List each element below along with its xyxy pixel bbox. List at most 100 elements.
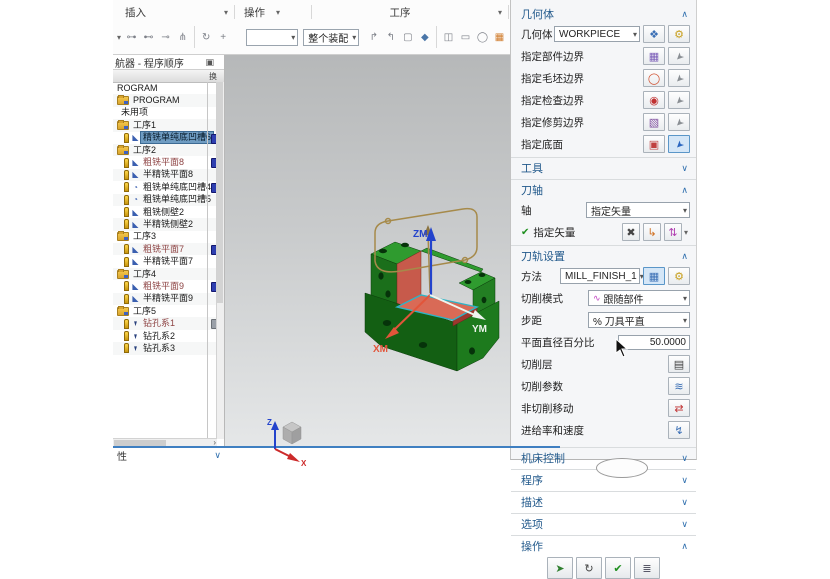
toolbar-icon[interactable]: ⊶ xyxy=(124,28,139,46)
tree-item[interactable]: ◣半精铣侧壁2 xyxy=(113,218,217,230)
replay-button[interactable]: ↻ xyxy=(576,557,602,579)
toolbar-icon[interactable]: ▦ xyxy=(492,28,507,46)
generate-button[interactable]: ➤ xyxy=(547,557,573,579)
tree-item[interactable]: 工序2 xyxy=(113,144,217,156)
chevron-down-icon[interactable]: ▾ xyxy=(219,8,233,17)
ok-button-partial[interactable] xyxy=(596,458,648,478)
highlight-blank-boundary-button[interactable]: ➤ xyxy=(668,69,690,87)
cut-mode-combo[interactable]: ∿ 跟随部件 ▾ xyxy=(588,290,690,306)
verify-button[interactable]: ✔ xyxy=(605,557,631,579)
toolbar-icon[interactable]: ⊷ xyxy=(141,28,156,46)
toolbar-icon[interactable]: ⋔ xyxy=(175,28,190,46)
chevron-down-icon[interactable]: ∨ xyxy=(681,453,688,464)
chevron-down-icon[interactable]: ▾ xyxy=(493,8,507,17)
section-description[interactable]: 描述 ∨ xyxy=(511,491,696,511)
highlight-floor-button[interactable]: ➤ xyxy=(668,135,690,153)
chevron-down-icon[interactable]: ∨ xyxy=(681,497,688,508)
toolbar-icon[interactable]: ↻ xyxy=(199,28,214,46)
toolbar-icon[interactable]: + xyxy=(216,28,231,46)
tree-item[interactable]: 未用项 xyxy=(113,107,217,119)
group-operation[interactable]: 操作 ▾ xyxy=(236,3,310,21)
tree-item[interactable]: ▼钻孔系2 xyxy=(113,330,217,342)
tree-item[interactable]: ◣半精铣平面8 xyxy=(113,169,217,181)
chevron-down-icon[interactable]: ∨ xyxy=(681,163,688,174)
scrollbar-thumb[interactable] xyxy=(217,82,223,303)
group-process[interactable]: 工序 ▾ xyxy=(313,3,507,21)
chevron-down-icon[interactable]: ∨ xyxy=(681,519,688,530)
stepover-combo[interactable]: % 刀具平直 ▾ xyxy=(588,312,690,328)
chevron-down-icon[interactable]: ∨ xyxy=(681,475,688,486)
chevron-down-icon[interactable]: ▾ xyxy=(682,228,690,237)
toolbar-icon[interactable]: ▭ xyxy=(458,28,473,46)
highlight-part-boundary-button[interactable]: ➤ xyxy=(668,47,690,65)
chevron-up-icon[interactable]: ∧ xyxy=(681,541,688,552)
highlight-check-boundary-button[interactable]: ➤ xyxy=(668,91,690,109)
chevron-up-icon[interactable]: ∧ xyxy=(681,9,688,20)
cutting-parameters-button[interactable]: ≋ xyxy=(668,377,690,395)
tree-item[interactable]: 工序4 xyxy=(113,268,217,280)
toolbar-icon[interactable]: ◯ xyxy=(475,28,490,46)
list-button[interactable]: ≣ xyxy=(634,557,660,579)
method-combo[interactable]: MILL_FINISH_1 ▾ xyxy=(560,268,640,284)
geometry-combo[interactable]: WORKPIECE ▾ xyxy=(554,26,640,42)
highlight-trim-boundary-button[interactable]: ➤ xyxy=(668,113,690,131)
navigator-vertical-scrollbar[interactable] xyxy=(216,82,224,439)
select-trim-boundary-button[interactable]: ▧ xyxy=(643,113,665,131)
tree-item[interactable]: 工序3 xyxy=(113,231,217,243)
tree-item[interactable]: 工序1 xyxy=(113,119,217,131)
non-cutting-moves-button[interactable]: ⇄ xyxy=(668,399,690,417)
select-part-boundary-button[interactable]: ▦ xyxy=(643,47,665,65)
tree-item[interactable]: ROGRAM xyxy=(113,82,217,94)
tree-item[interactable]: PROGRAM xyxy=(113,94,217,106)
tree-item[interactable]: ◔粗铣单纯底凹槽4 xyxy=(113,181,217,193)
new-method-button[interactable]: ▦ xyxy=(643,267,665,285)
clear-vector-button[interactable]: ✖ xyxy=(622,223,640,241)
tree-item[interactable]: ◔粗铣单纯底凹槽5 xyxy=(113,194,217,206)
tree-item[interactable]: 工序5 xyxy=(113,305,217,317)
select-check-boundary-button[interactable]: ◉ xyxy=(643,91,665,109)
tree-item[interactable]: ◣半精铣平面9 xyxy=(113,293,217,305)
graphics-viewport[interactable] xyxy=(225,55,510,447)
chevron-down-icon[interactable]: ∨ xyxy=(214,450,221,461)
section-path-settings[interactable]: 刀轨设置 ∧ xyxy=(511,245,696,265)
tree-item[interactable]: ◣粗铣平面9 xyxy=(113,280,217,292)
toolbar-icon[interactable]: ◫ xyxy=(441,28,456,46)
edit-method-button[interactable]: ⚙ xyxy=(668,267,690,285)
tree-item[interactable]: ◣粗铣侧壁2 xyxy=(113,206,217,218)
select-floor-button[interactable]: ▣ xyxy=(643,135,665,153)
section-tool-axis[interactable]: 刀轴 ∧ xyxy=(511,179,696,199)
selection-filter-combo[interactable]: ▾ xyxy=(246,29,299,46)
section-geometry[interactable]: 几何体 ∧ xyxy=(511,4,696,23)
chevron-up-icon[interactable]: ∧ xyxy=(681,185,688,196)
toolbar-icon[interactable]: ◆ xyxy=(417,28,432,46)
cut-levels-button[interactable]: ▤ xyxy=(668,355,690,373)
toolbar-icon[interactable]: ↰ xyxy=(383,28,398,46)
tree-item[interactable]: ◣半精铣平面7 xyxy=(113,255,217,267)
chevron-down-icon[interactable]: ▾ xyxy=(115,33,123,42)
new-geometry-button[interactable]: ❖ xyxy=(643,25,665,43)
axis-combo[interactable]: 指定矢量 ▾ xyxy=(586,202,690,218)
selection-scope-combo[interactable]: 整个装配 ▾ xyxy=(303,29,359,46)
edit-geometry-button[interactable]: ⚙ xyxy=(668,25,690,43)
section-actions[interactable]: 操作 ∧ xyxy=(511,535,696,555)
section-options[interactable]: 选项 ∨ xyxy=(511,513,696,533)
tree-item[interactable]: ▼钻孔系3 xyxy=(113,342,217,354)
toolbar-icon[interactable]: ⊸ xyxy=(158,28,173,46)
dependencies-panel-header[interactable]: 性 ∨ xyxy=(113,449,225,462)
chevron-up-icon[interactable]: ∧ xyxy=(681,251,688,262)
chevron-down-icon[interactable]: ▾ xyxy=(271,8,285,17)
section-tool[interactable]: 工具 ∨ xyxy=(511,157,696,177)
toolbar-icon[interactable]: ↱ xyxy=(366,28,381,46)
tree-item[interactable]: ▼钻孔系1 xyxy=(113,317,217,329)
select-blank-boundary-button[interactable]: ◯ xyxy=(643,69,665,87)
tree-item[interactable]: ◣粗铣平面7 xyxy=(113,243,217,255)
tree-item[interactable]: ◣精铣单纯底凹槽6 xyxy=(113,132,217,144)
navigator-column-header[interactable]: 换 xyxy=(113,69,224,83)
window-restore-icon[interactable]: ▣ xyxy=(205,57,222,68)
toolbar-icon[interactable]: ▢ xyxy=(400,28,415,46)
vector-dialog-button[interactable]: ⇅ xyxy=(664,223,682,241)
inferred-vector-button[interactable]: ↳ xyxy=(643,223,661,241)
feeds-speeds-button[interactable]: ↯ xyxy=(668,421,690,439)
tree-item[interactable]: ◣粗铣平面8 xyxy=(113,156,217,168)
group-insert[interactable]: 插入 ▾ xyxy=(113,3,233,21)
